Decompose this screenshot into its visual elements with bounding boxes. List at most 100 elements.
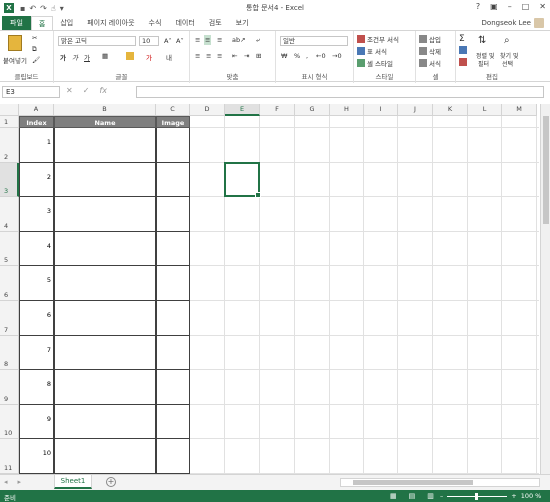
paste-icon[interactable] — [8, 35, 22, 51]
selected-cell[interactable] — [224, 161, 261, 198]
zoom-in-icon[interactable]: + — [511, 492, 516, 500]
row-header-3[interactable]: 3 — [0, 162, 19, 198]
phonetic-icon[interactable]: 내 — [166, 52, 172, 62]
row-header-6[interactable]: 6 — [0, 266, 19, 301]
tab-review[interactable]: 검토 — [202, 16, 229, 30]
insert-function-icon[interactable]: fx — [99, 86, 107, 95]
zoom-out-icon[interactable]: – — [440, 492, 443, 500]
worksheet-grid[interactable]: A B C D E F G H I J K L M 1 2 3 4 5 6 7 8 9 10 11 Index Name Image… — [0, 104, 540, 474]
align-center-icon[interactable]: ≡ — [206, 52, 211, 60]
number-format-select[interactable]: 일반 — [280, 36, 348, 46]
page-break-view-icon[interactable]: ▥ — [427, 492, 434, 500]
enter-icon[interactable]: ✓ — [83, 86, 90, 95]
decrease-decimal-icon[interactable]: →0 — [332, 52, 342, 60]
font-name-select[interactable]: 맑은 고딕 — [58, 36, 136, 46]
table-header-index[interactable]: Index — [19, 116, 54, 128]
row-header-10[interactable]: 10 — [0, 404, 19, 440]
column-header-c[interactable]: C — [156, 104, 190, 116]
column-header-d[interactable]: D — [190, 104, 225, 116]
page-layout-view-icon[interactable]: ▤ — [409, 492, 416, 500]
tab-insert[interactable]: 삽입 — [53, 16, 80, 30]
paste-button[interactable]: 붙여넣기 — [3, 55, 27, 65]
column-header-l[interactable]: L — [468, 104, 502, 116]
name-box[interactable]: E3 — [2, 86, 60, 98]
table-cell[interactable] — [156, 335, 190, 371]
column-header-a[interactable]: A — [19, 104, 54, 116]
table-cell[interactable]: 10 — [19, 439, 54, 474]
row-header-5[interactable]: 5 — [0, 231, 19, 267]
horizontal-scroll-thumb[interactable] — [353, 480, 473, 485]
grow-font-icon[interactable]: A˄ — [164, 37, 172, 45]
sort-filter-button-2[interactable]: 필터 — [478, 59, 489, 68]
table-cell[interactable]: 9 — [19, 404, 54, 440]
autosum-icon[interactable]: Σ — [459, 34, 465, 44]
sheet-tab-sheet1[interactable]: Sheet1 — [54, 475, 92, 489]
table-cell[interactable] — [54, 128, 156, 163]
table-cell[interactable] — [54, 231, 156, 267]
border-icon[interactable]: ▦ — [102, 52, 108, 60]
tab-home[interactable]: 홈 — [30, 16, 54, 30]
table-cell[interactable]: 6 — [19, 301, 54, 336]
insert-cells-button[interactable]: 삽입 — [419, 34, 441, 44]
column-header-h[interactable]: H — [330, 104, 364, 116]
increase-decimal-icon[interactable]: ←0 — [316, 52, 326, 60]
table-cell[interactable]: 4 — [19, 231, 54, 267]
percent-icon[interactable]: % — [294, 52, 300, 60]
format-as-table-button[interactable]: 표 서식 — [357, 46, 387, 56]
underline-icon[interactable]: 가 — [84, 52, 90, 62]
column-header-m[interactable]: M — [502, 104, 537, 116]
tab-file[interactable]: 파일 — [2, 16, 31, 30]
row-header-7[interactable]: 7 — [0, 301, 19, 336]
italic-icon[interactable]: 가 — [72, 52, 78, 62]
align-middle-icon[interactable]: ≡ — [204, 35, 212, 45]
cancel-icon[interactable]: ✕ — [66, 86, 73, 95]
table-cell[interactable]: 7 — [19, 335, 54, 371]
table-cell[interactable] — [54, 162, 156, 198]
help-icon[interactable]: ? — [476, 2, 480, 11]
table-cell[interactable]: 8 — [19, 370, 54, 405]
font-color-icon[interactable]: 가 — [146, 52, 152, 62]
bold-icon[interactable]: 가 — [60, 52, 66, 62]
ribbon-display-icon[interactable]: ▣ — [490, 2, 498, 11]
column-header-i[interactable]: I — [364, 104, 398, 116]
zoom-slider-thumb[interactable] — [475, 492, 479, 500]
table-cell[interactable] — [156, 266, 190, 301]
column-header-j[interactable]: J — [398, 104, 433, 116]
table-header-name[interactable]: Name — [54, 116, 156, 128]
minimize-icon[interactable]: – — [508, 2, 512, 11]
table-cell[interactable] — [54, 439, 156, 474]
find-select-icon[interactable]: ⌕ — [504, 35, 510, 46]
column-header-e[interactable]: E — [225, 104, 260, 116]
table-cell[interactable] — [156, 128, 190, 163]
table-cell[interactable]: 3 — [19, 197, 54, 232]
fill-color-icon[interactable] — [126, 52, 134, 60]
table-cell[interactable] — [54, 301, 156, 336]
prev-sheet-icon[interactable]: ◂ — [4, 478, 8, 486]
vertical-scrollbar[interactable] — [540, 104, 550, 474]
clear-icon[interactable] — [459, 58, 467, 66]
horizontal-scrollbar[interactable] — [340, 478, 540, 487]
column-header-b[interactable]: B — [54, 104, 156, 116]
select-all-button[interactable] — [0, 104, 19, 116]
zoom-slider[interactable] — [447, 492, 508, 500]
align-left-icon[interactable]: ≡ — [195, 52, 200, 60]
table-cell[interactable]: 2 — [19, 162, 54, 198]
table-cell[interactable] — [54, 266, 156, 301]
fill-icon[interactable] — [459, 46, 467, 54]
table-cell[interactable]: 1 — [19, 128, 54, 163]
user-account[interactable]: Dongseok Lee — [482, 16, 544, 30]
column-header-k[interactable]: K — [433, 104, 468, 116]
find-select-button-2[interactable]: 선택 — [502, 59, 513, 68]
accounting-icon[interactable]: ₩ — [281, 52, 287, 60]
format-cells-button[interactable]: 서식 — [419, 58, 441, 68]
row-header-1[interactable]: 1 — [0, 116, 19, 128]
delete-cells-button[interactable]: 삭제 — [419, 46, 441, 56]
increase-indent-icon[interactable]: ⇥ — [244, 52, 249, 60]
normal-view-icon[interactable]: ▦ — [390, 492, 397, 500]
close-icon[interactable]: ✕ — [539, 2, 546, 11]
tab-data[interactable]: 데이터 — [168, 16, 201, 30]
comma-icon[interactable]: , — [306, 52, 308, 60]
row-header-11[interactable]: 11 — [0, 439, 19, 474]
align-top-icon[interactable]: ≡ — [195, 36, 200, 44]
shrink-font-icon[interactable]: A˅ — [176, 37, 184, 45]
